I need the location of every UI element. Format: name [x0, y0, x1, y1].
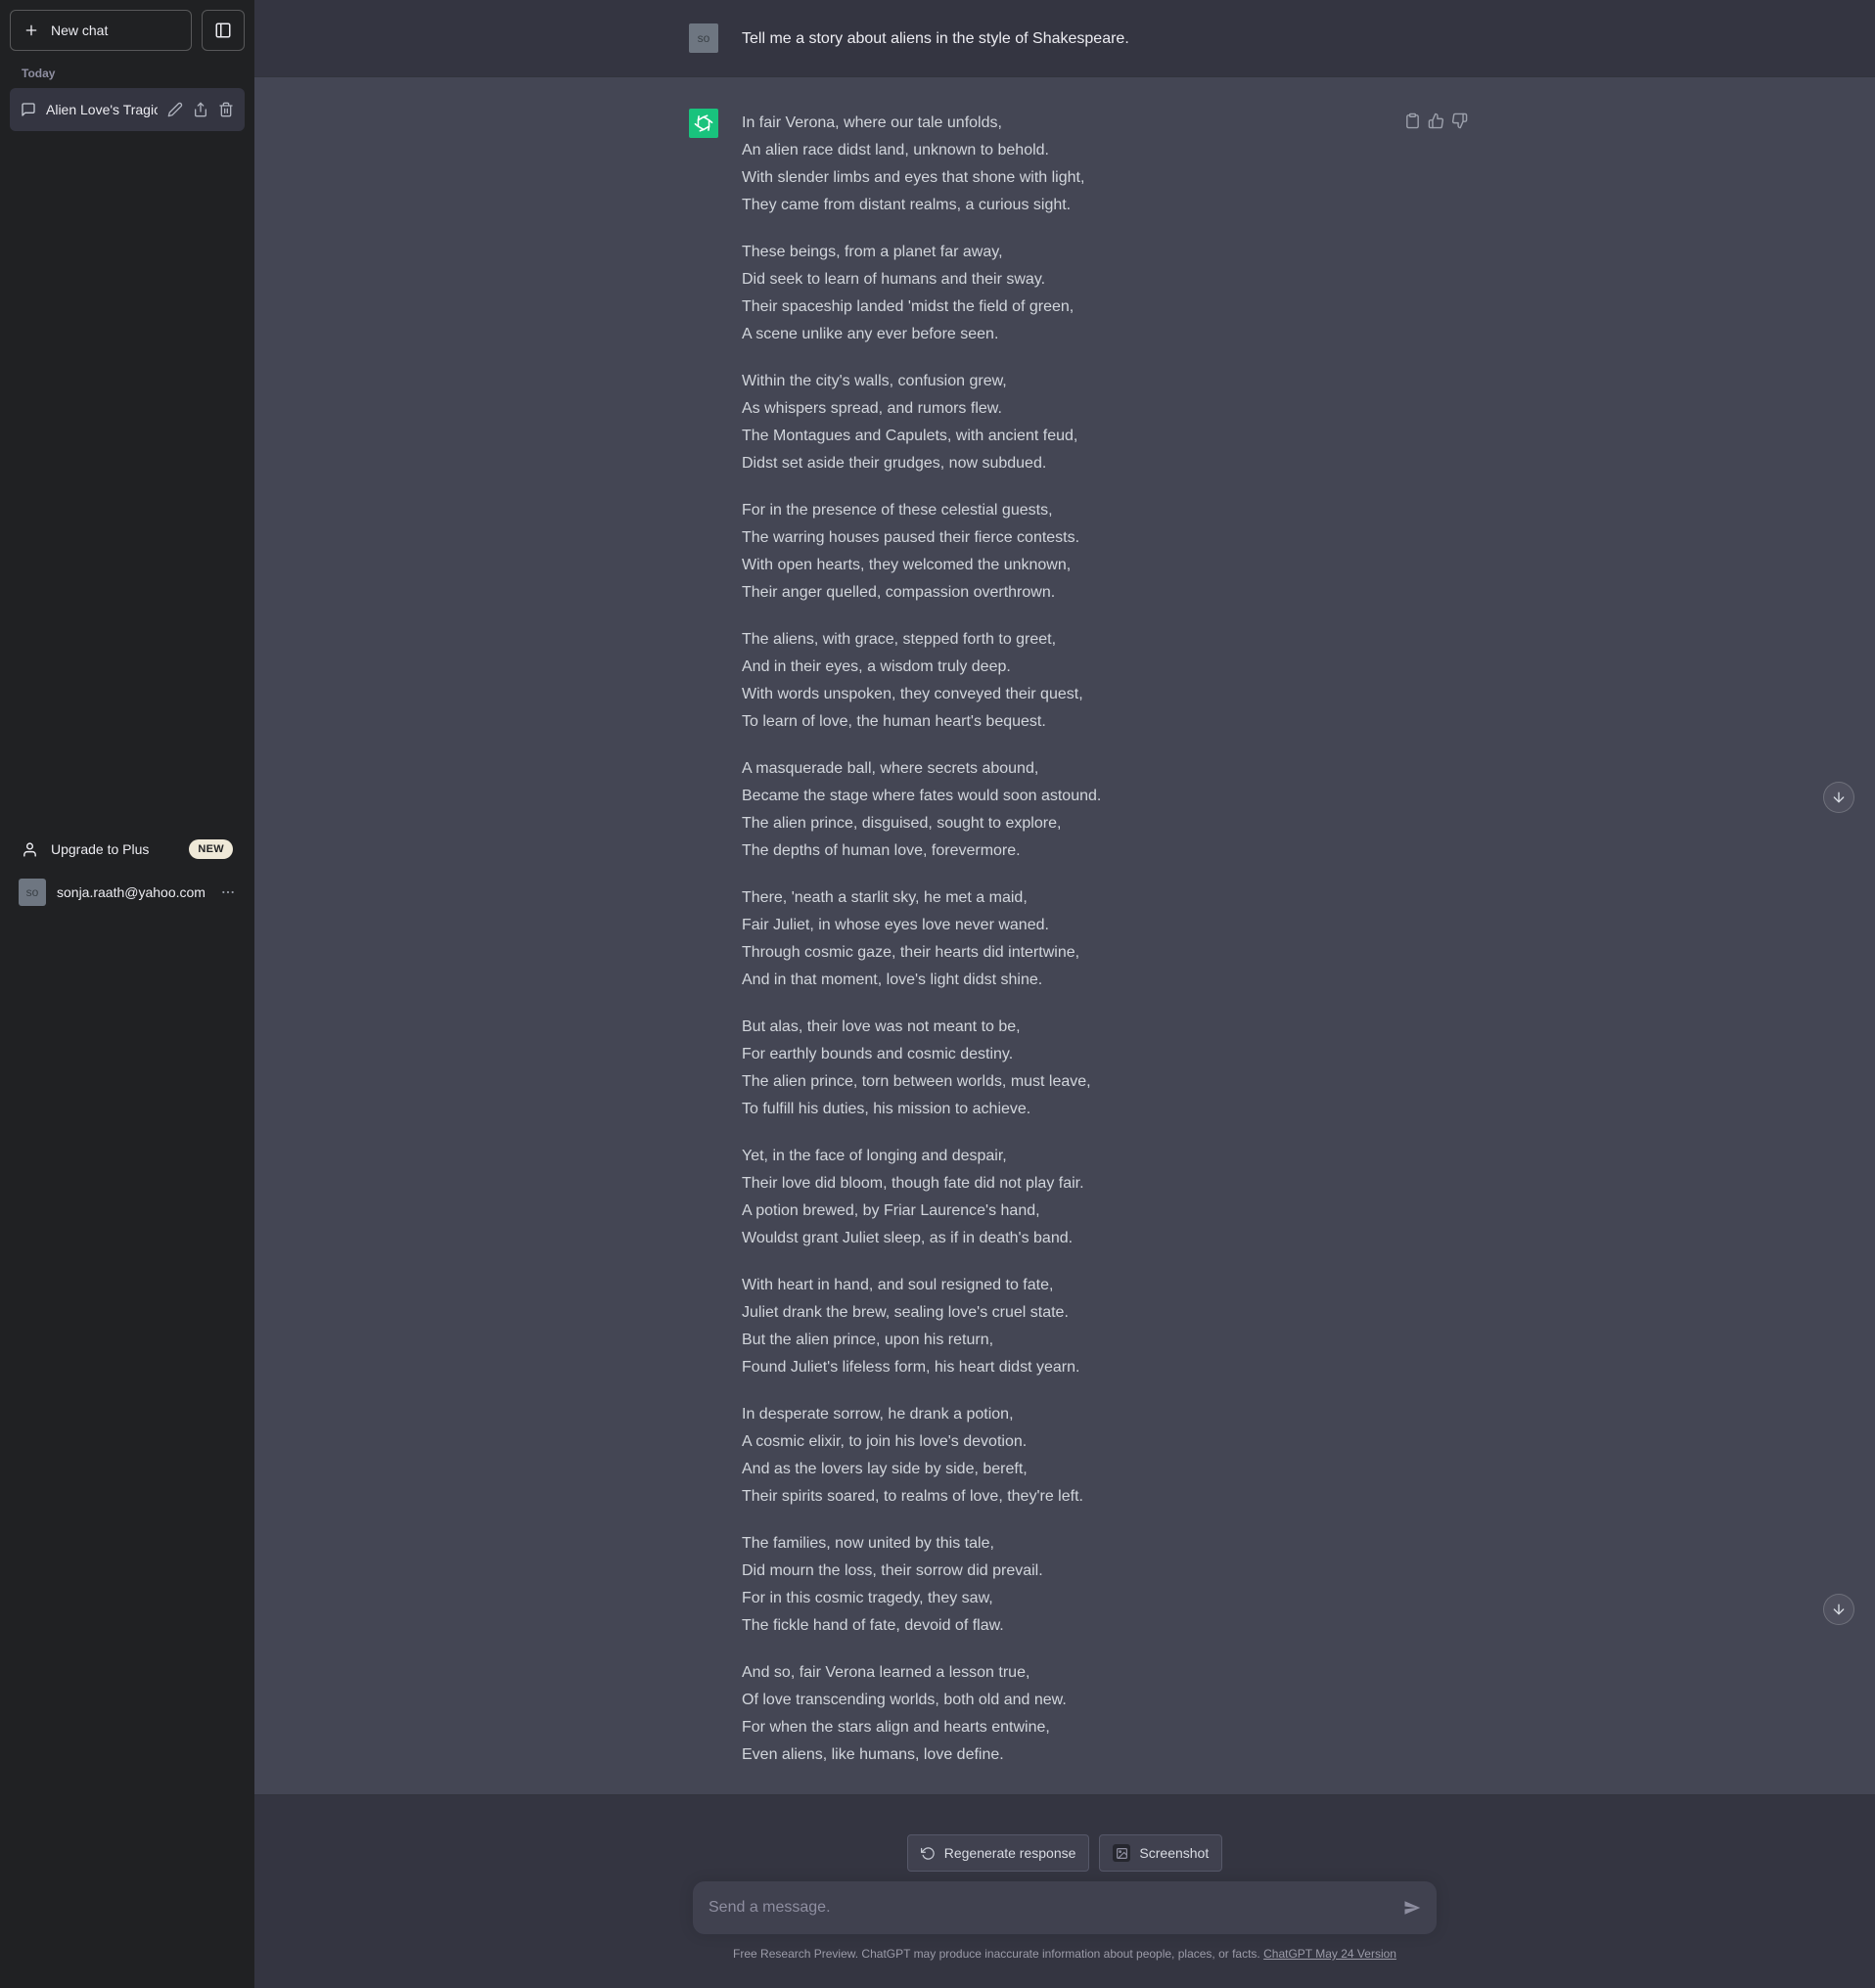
poem-stanza: There, 'neath a starlit sky, he met a ma…	[742, 884, 1101, 994]
poem-stanza: In fair Verona, where our tale unfolds, …	[742, 110, 1101, 219]
regenerate-response-button[interactable]: Regenerate response	[907, 1834, 1090, 1872]
chatgpt-logo-icon	[689, 109, 718, 138]
account-email: sonja.raath@yahoo.com	[57, 884, 209, 900]
chat-bubble-icon	[21, 102, 36, 117]
poem-stanza: The aliens, with grace, stepped forth to…	[742, 626, 1101, 736]
footer-text: Free Research Preview. ChatGPT may produ…	[733, 1947, 1263, 1961]
poem-stanza: Within the city's walls, confusion grew,…	[742, 368, 1101, 477]
screenshot-button[interactable]: Screenshot	[1099, 1834, 1222, 1872]
scroll-to-bottom-button[interactable]	[1823, 782, 1854, 813]
thumbs-up-icon[interactable]	[1428, 113, 1444, 129]
copy-icon[interactable]	[1404, 113, 1421, 129]
new-badge: NEW	[189, 839, 233, 859]
edit-icon[interactable]	[167, 102, 183, 117]
chat-item-title: Alien Love's Tragic T	[46, 102, 158, 117]
sidebar: New chat Today Alien Love's Tragic T	[0, 0, 254, 1988]
composer-buttons: Regenerate response Screenshot	[907, 1834, 1222, 1872]
composer-bar: Regenerate response Screenshot Free Rese…	[254, 1795, 1875, 1988]
user-avatar: so	[19, 879, 46, 906]
assistant-message-row: In fair Verona, where our tale unfolds, …	[254, 76, 1875, 1795]
user-message-row: so Tell me a story about aliens in the s…	[254, 0, 1875, 76]
poem-stanza: With heart in hand, and soul resigned to…	[742, 1272, 1101, 1381]
share-icon[interactable]	[193, 102, 208, 117]
upgrade-label: Upgrade to Plus	[51, 841, 149, 857]
chatgpt-app: New chat Today Alien Love's Tragic T	[0, 0, 1875, 1988]
collapse-sidebar-button[interactable]	[202, 10, 245, 51]
account-menu-button[interactable]: so sonja.raath@yahoo.com	[10, 871, 245, 914]
thumbs-down-icon[interactable]	[1451, 113, 1468, 129]
new-chat-button[interactable]: New chat	[10, 10, 192, 51]
sidebar-panel-icon	[214, 22, 232, 39]
poem-stanza: But alas, their love was not meant to be…	[742, 1014, 1101, 1123]
sidebar-bottom: Upgrade to Plus NEW so sonja.raath@yahoo…	[10, 828, 245, 914]
ellipsis-icon	[220, 884, 236, 900]
screenshot-label: Screenshot	[1139, 1845, 1209, 1861]
regenerate-label: Regenerate response	[944, 1845, 1076, 1861]
regenerate-icon	[921, 1846, 936, 1861]
history-section-label: Today	[22, 67, 55, 80]
new-chat-label: New chat	[51, 23, 108, 38]
message-input-box	[693, 1881, 1437, 1934]
send-icon[interactable]	[1403, 1899, 1421, 1917]
plus-icon	[23, 23, 39, 38]
person-icon	[22, 841, 38, 858]
poem-stanza: The families, now united by this tale, D…	[742, 1530, 1101, 1640]
poem-stanza: Yet, in the face of longing and despair,…	[742, 1143, 1101, 1252]
scroll-to-bottom-button[interactable]	[1823, 1594, 1854, 1625]
assistant-message-text: In fair Verona, where our tale unfolds, …	[742, 109, 1101, 1769]
poem-stanza: For in the presence of these celestial g…	[742, 497, 1101, 607]
sidebar-chat-item[interactable]: Alien Love's Tragic T	[10, 88, 245, 131]
footer-disclaimer: Free Research Preview. ChatGPT may produ…	[733, 1947, 1396, 1961]
footer-version-link[interactable]: ChatGPT May 24 Version	[1263, 1947, 1396, 1961]
poem-stanza: And so, fair Verona learned a lesson tru…	[742, 1659, 1101, 1769]
message-input[interactable]	[709, 1899, 1403, 1917]
delete-icon[interactable]	[218, 102, 234, 117]
message-actions	[1404, 113, 1468, 129]
user-message-avatar: so	[689, 23, 718, 53]
poem-stanza: In desperate sorrow, he drank a potion, …	[742, 1401, 1101, 1511]
sidebar-top: New chat	[10, 10, 245, 51]
upgrade-to-plus-button[interactable]: Upgrade to Plus NEW	[10, 828, 245, 871]
poem-stanza: A masquerade ball, where secrets abound,…	[742, 755, 1101, 865]
screenshot-icon	[1113, 1844, 1130, 1862]
user-message-text: Tell me a story about aliens in the styl…	[742, 23, 1129, 53]
chat-area: so Tell me a story about aliens in the s…	[254, 0, 1875, 1988]
poem-stanza: These beings, from a planet far away, Di…	[742, 239, 1101, 348]
